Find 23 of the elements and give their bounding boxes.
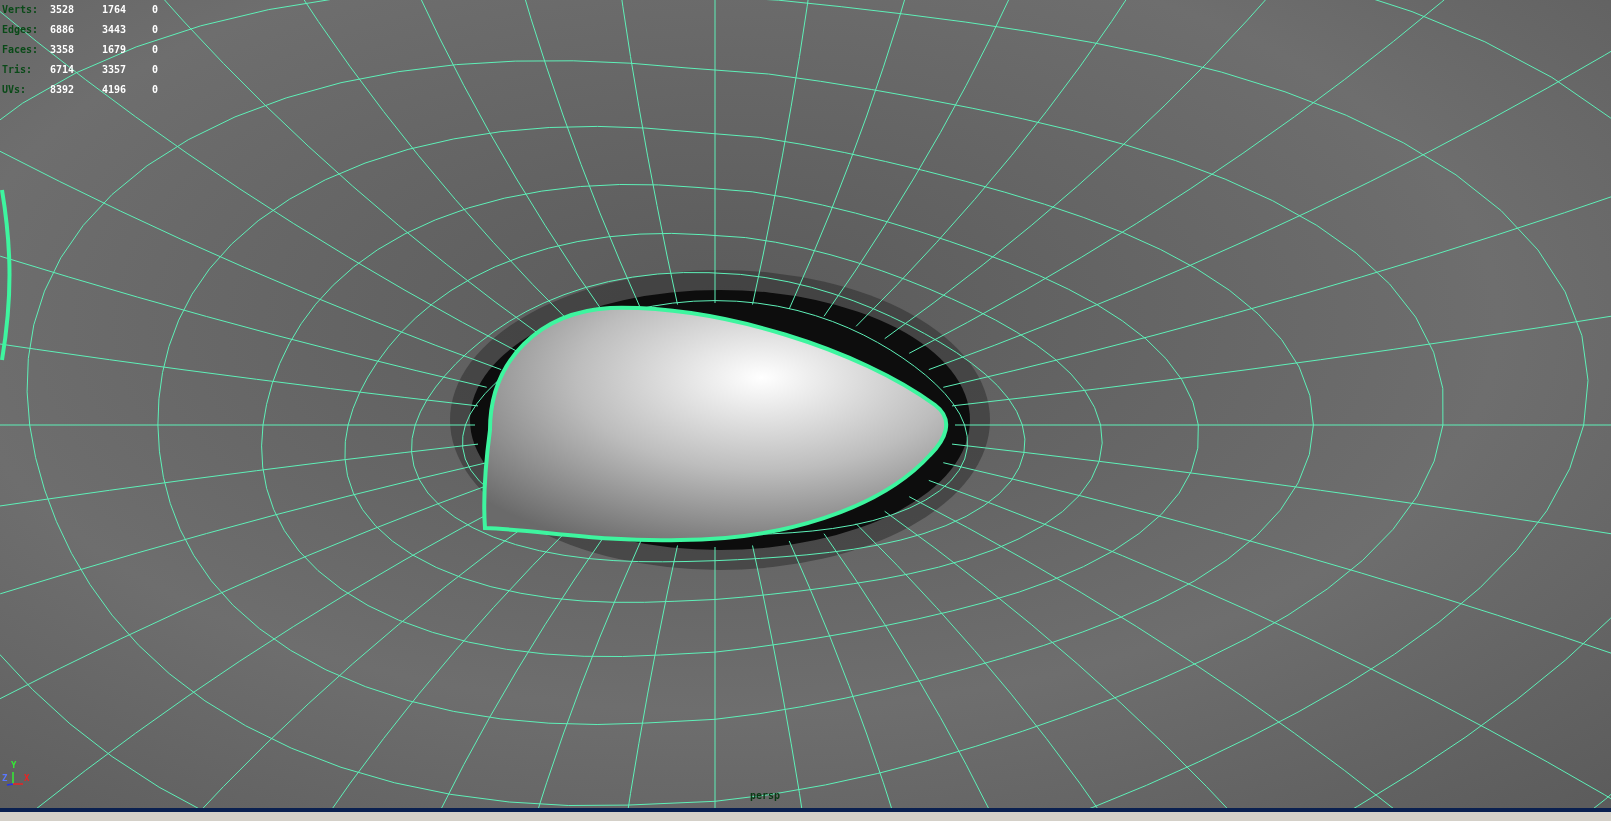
stat-value: 0 [152,3,160,17]
stat-value: 8392 [50,83,76,97]
stat-value: 1679 [102,43,128,57]
stat-value: 3443 [102,23,128,37]
stat-label: Faces: [2,43,40,57]
axis-label: Z [2,773,8,783]
stat-value: 0 [152,43,160,57]
stat-label: Verts: [2,3,40,17]
stat-value: 0 [152,23,160,37]
stat-label: Tris: [2,63,34,77]
axis-label: X [24,773,30,783]
stat-value: 6714 [50,63,76,77]
axis-gizmo-icon [6,770,24,786]
stat-value: 3357 [102,63,128,77]
axis-label: Y [11,760,17,770]
stat-value: 0 [152,83,160,97]
stat-value: 1764 [102,3,128,17]
stat-value: 0 [152,63,160,77]
stat-label: UVs: [2,83,28,97]
stat-value: 3528 [50,3,76,17]
stat-value: 6886 [50,23,76,37]
stat-value: 4196 [102,83,128,97]
stat-value: 3358 [50,43,76,57]
